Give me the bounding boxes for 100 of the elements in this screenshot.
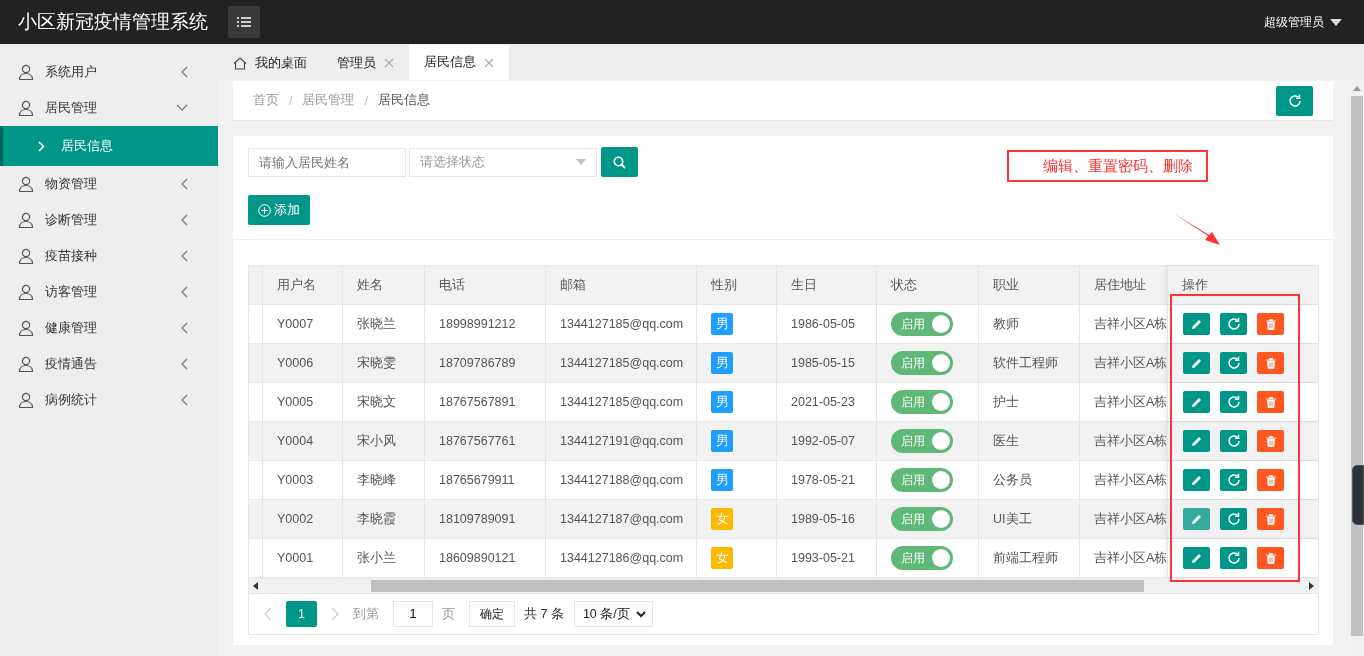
edit-button[interactable] (1183, 469, 1210, 491)
sidebar-item[interactable]: 居民管理 (0, 90, 218, 126)
side-handle[interactable] (1352, 465, 1364, 525)
app-title: 小区新冠疫情管理系统 (18, 10, 209, 34)
confirm-button[interactable]: 确定 (469, 601, 515, 627)
chevron-down-icon (176, 104, 188, 112)
page-input[interactable]: 1 (393, 601, 433, 627)
table-cell: 医生 (979, 422, 1080, 460)
horizontal-scrollbar[interactable] (249, 578, 1318, 593)
column-header: 电话 (425, 266, 546, 304)
reset-password-button[interactable] (1220, 391, 1247, 413)
sidebar-item[interactable]: 疫苗接种 (0, 238, 218, 274)
table-cell-text: 吉祥小区A栋 (1093, 354, 1167, 372)
delete-button[interactable] (1257, 391, 1284, 413)
table-cell: 18998991212 (425, 305, 546, 343)
delete-button[interactable] (1257, 352, 1284, 374)
chevron-left-icon (180, 250, 188, 262)
trash-icon (1265, 474, 1276, 486)
table-cell: Y0007 (263, 305, 343, 343)
add-button[interactable]: 添加 (248, 195, 310, 225)
sidebar-subitem[interactable]: 居民信息 (0, 126, 218, 166)
user-menu[interactable]: 超级管理员 (1264, 13, 1342, 31)
table-cell: 宋小风 (343, 422, 425, 460)
table-cell: 1986-05-05 (777, 305, 877, 343)
delete-button[interactable] (1257, 313, 1284, 335)
search-field[interactable]: 请输入居民姓名 (248, 147, 406, 177)
annotation-box: 编辑、重置密码、删除 (1007, 150, 1208, 182)
refresh-icon (1226, 551, 1241, 565)
edit-button[interactable] (1183, 430, 1210, 452)
reset-password-button[interactable] (1220, 469, 1247, 491)
user-icon (18, 392, 34, 408)
scroll-up-icon[interactable] (1353, 86, 1361, 91)
menu-button[interactable] (228, 6, 260, 38)
tab[interactable]: 管理员 (322, 46, 409, 80)
edit-button[interactable] (1183, 313, 1210, 335)
table-cell: 教师 (979, 305, 1080, 343)
table-cell-text: 吉祥小区A栋 (1093, 393, 1167, 411)
sidebar-item[interactable]: 系统用户 (0, 54, 218, 90)
column-header: 用户名 (263, 266, 343, 304)
close-icon[interactable] (384, 58, 394, 68)
delete-button[interactable] (1257, 430, 1284, 452)
pencil-icon (1191, 435, 1202, 447)
table-cell-text: 吉祥小区A栋 (1093, 510, 1167, 528)
table-cell-text: 吉祥小区A栋 (1093, 315, 1167, 333)
sidebar-item[interactable]: 访客管理 (0, 274, 218, 310)
table-cell: Y0005 (263, 383, 343, 421)
sidebar-item[interactable]: 病例统计 (0, 382, 218, 418)
chevron-left-icon (180, 214, 188, 226)
edit-button[interactable] (1183, 508, 1210, 530)
chevron-left-icon (180, 178, 188, 190)
table-cell: 宋晓文 (343, 383, 425, 421)
trash-icon (1265, 513, 1276, 525)
sidebar-item[interactable]: 疫情通告 (0, 346, 218, 382)
refresh-icon (1287, 93, 1302, 108)
reset-password-button[interactable] (1220, 430, 1247, 452)
sidebar-item[interactable]: 物资管理 (0, 166, 218, 202)
reset-password-button[interactable] (1220, 547, 1247, 569)
sidebar-item[interactable]: 诊断管理 (0, 202, 218, 238)
pencil-icon (1191, 396, 1202, 408)
table-cell-text: 吉祥小区A栋 (1093, 471, 1167, 489)
refresh-icon (1226, 317, 1241, 331)
table-cell: 1978-05-21 (777, 461, 877, 499)
column-header: 生日 (777, 266, 877, 304)
search-button[interactable] (601, 147, 638, 177)
tab[interactable]: 我的桌面 (218, 46, 322, 80)
tab[interactable]: 居民信息 (409, 45, 509, 80)
page-number[interactable]: 1 (286, 601, 317, 627)
table-cell: 前端工程师 (979, 539, 1080, 577)
reset-password-button[interactable] (1220, 313, 1247, 335)
delete-button[interactable] (1257, 547, 1284, 569)
table-cell: 18109789091 (425, 500, 546, 538)
close-icon[interactable] (484, 57, 494, 68)
table-cell: 护士 (979, 383, 1080, 421)
refresh-icon (1226, 512, 1241, 526)
scroll-right-icon[interactable] (1308, 581, 1314, 590)
edit-button[interactable] (1183, 391, 1210, 413)
sidebar-item[interactable]: 健康管理 (0, 310, 218, 346)
reset-password-button[interactable] (1220, 508, 1247, 530)
delete-button[interactable] (1257, 508, 1284, 530)
table-cell: 1344127185@qq.com (546, 344, 697, 382)
reset-password-button[interactable] (1220, 352, 1247, 374)
page-size-select[interactable]: 10 条/页 (573, 601, 653, 627)
search-icon (613, 155, 626, 169)
trash-icon (1265, 357, 1276, 369)
trash-icon (1265, 396, 1276, 408)
delete-button[interactable] (1257, 469, 1284, 491)
column-header: 性别 (697, 266, 777, 304)
edit-button[interactable] (1183, 547, 1210, 569)
chevron-left-icon (180, 322, 188, 334)
refresh-button[interactable] (1276, 85, 1313, 116)
pencil-icon (1191, 513, 1202, 525)
edit-button[interactable] (1183, 352, 1210, 374)
chevron-left-icon (180, 66, 188, 78)
column-header: 姓名 (343, 266, 425, 304)
breadcrumb-link[interactable]: 居民信息 (377, 92, 430, 109)
table-cell: 1344127186@qq.com (546, 539, 697, 577)
table-cell: 1992-05-07 (777, 422, 877, 460)
scroll-left-icon[interactable] (253, 581, 259, 590)
goto-label: 到第 (353, 605, 379, 623)
gender-tag: 女 (711, 547, 733, 569)
